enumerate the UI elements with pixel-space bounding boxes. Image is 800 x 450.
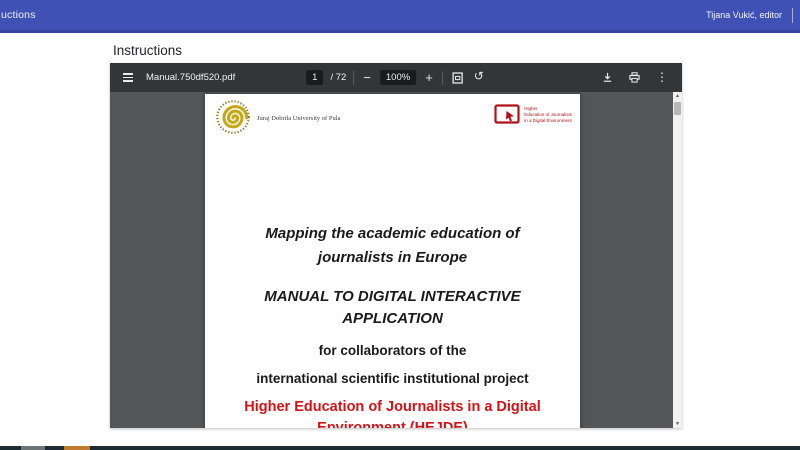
page-count-label: / 72 bbox=[330, 72, 346, 83]
doc-red-line: Higher Education of Journalists in a Dig… bbox=[205, 397, 580, 418]
taskbar-segment-gray bbox=[21, 446, 45, 450]
hejde-logo: Higher Education of Journalists in a Dig… bbox=[494, 104, 572, 125]
university-logo: Juraj Dobrila University of Pula bbox=[215, 99, 340, 135]
pdf-viewer: Manual.750df520.pdf 1 / 72 − 100% + ↺ bbox=[110, 63, 682, 428]
pdf-page: Juraj Dobrila University of Pula Higher … bbox=[205, 94, 580, 428]
hamburger-menu-icon[interactable] bbox=[120, 70, 136, 85]
zoom-out-button[interactable]: − bbox=[361, 69, 373, 86]
app-header: uctions Tijana Vukić, editor bbox=[0, 0, 800, 33]
pdf-scrollbar[interactable]: ▲ ▼ bbox=[673, 92, 682, 428]
fit-to-page-icon[interactable] bbox=[450, 70, 465, 86]
scroll-down-icon[interactable]: ▼ bbox=[675, 420, 680, 428]
doc-logos-row: Juraj Dobrila University of Pula Higher … bbox=[215, 99, 572, 135]
doc-title-line: journalists in Europe bbox=[205, 246, 580, 270]
page-number-input[interactable]: 1 bbox=[306, 70, 323, 85]
scrollbar-thumb[interactable] bbox=[674, 102, 681, 115]
hejde-logo-line: Education of Journalists bbox=[524, 112, 572, 117]
zoom-in-button[interactable]: + bbox=[423, 69, 435, 86]
pdf-content-area: Juraj Dobrila University of Pula Higher … bbox=[110, 92, 682, 428]
bottom-taskbar-edge bbox=[0, 446, 800, 450]
doc-red-line: Environment (HEJDE) bbox=[205, 418, 580, 428]
rotate-icon[interactable]: ↺ bbox=[472, 68, 486, 85]
header-divider bbox=[792, 8, 793, 23]
download-icon[interactable] bbox=[600, 70, 615, 85]
pdf-toolbar: Manual.750df520.pdf 1 / 72 − 100% + ↺ bbox=[110, 63, 682, 92]
doc-subtitle-line: MANUAL TO DIGITAL INTERACTIVE bbox=[205, 286, 580, 308]
doc-subtitle-line: APPLICATION bbox=[205, 308, 580, 330]
hejde-screen-icon bbox=[494, 104, 521, 125]
print-icon[interactable] bbox=[627, 70, 642, 85]
page-title: Instructions bbox=[113, 43, 182, 58]
pdf-filename: Manual.750df520.pdf bbox=[146, 72, 235, 83]
more-options-icon[interactable]: ⋮ bbox=[654, 69, 670, 86]
doc-body-line: international scientific institutional p… bbox=[205, 371, 580, 386]
doc-title-block: Mapping the academic education of journa… bbox=[205, 222, 580, 428]
spiral-logo-icon bbox=[215, 99, 251, 135]
doc-title-line: Mapping the academic education of bbox=[205, 222, 580, 246]
toolbar-divider bbox=[353, 71, 354, 85]
hejde-logo-line: in a Digital Environment bbox=[524, 118, 572, 123]
nav-item-instructions[interactable]: uctions bbox=[1, 9, 36, 21]
taskbar-segment-orange bbox=[64, 446, 90, 450]
doc-body-line: for collaborators of the bbox=[205, 343, 580, 358]
hejde-logo-line: Higher bbox=[524, 106, 572, 111]
user-menu[interactable]: Tijana Vukić, editor bbox=[706, 10, 782, 20]
zoom-level-input[interactable]: 100% bbox=[380, 70, 416, 85]
scroll-up-icon[interactable]: ▲ bbox=[675, 92, 680, 100]
university-name: Juraj Dobrila University of Pula bbox=[257, 115, 340, 122]
toolbar-divider bbox=[442, 71, 443, 85]
